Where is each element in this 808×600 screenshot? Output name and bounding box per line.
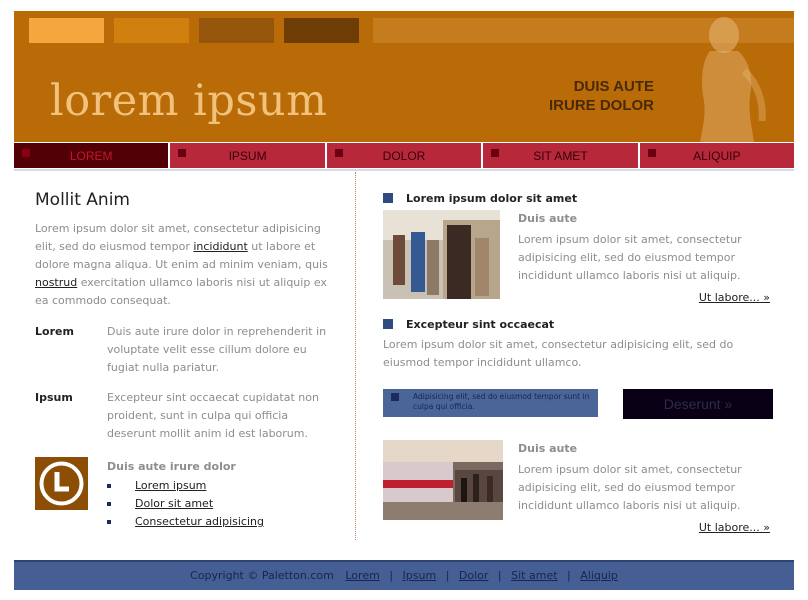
nav-item-label: SIT AMET [533,149,588,163]
footer-separator: | [567,569,571,582]
crowd-walking-photo [383,210,500,299]
nav-item-label: DOLOR [382,149,426,163]
header-tagline: DUIS AUTE IRURE DOLOR [549,77,654,115]
square-bullet-icon [391,393,399,401]
quick-links-heading: Duis aute irure dolor [107,460,236,473]
intro-text-3: exercitation ullamco laboris nisi ut ali… [35,276,327,307]
site-logo[interactable]: lorem ipsum [50,76,327,126]
tagline-line-2: IRURE DOLOR [549,97,654,114]
color-swatch-2 [114,18,189,43]
woman-silhouette-image [700,17,766,142]
column-divider [355,172,356,540]
article-3-caption: Duis aute Lorem ipsum dolor sit amet, co… [518,440,768,515]
square-bullet-icon [383,319,393,329]
nav-item-label: LOREM [69,149,113,163]
subway-train-photo [383,440,503,520]
definition-description: Excepteur sint occaecat cupidatat non pr… [107,391,319,440]
clock-icon-box [35,457,88,510]
footer-separator: | [445,569,450,582]
page: lorem ipsum DUIS AUTE IRURE DOLOR LOREM … [0,0,808,600]
nav-item-label: ALIQUIP [693,149,741,163]
section-heading-text: Lorem ipsum dolor sit amet [406,191,578,205]
nav-underline [14,169,794,171]
section-title: Mollit Anim [35,190,130,210]
info-box: Adipisicing elit, sed do eiusmod tempor … [383,389,598,417]
footer: Copyright © Paletton.com Lorem | Ipsum |… [14,560,794,590]
caption-text: Lorem ipsum dolor sit amet, consectetur … [518,463,742,512]
nav-item-ipsum[interactable]: IPSUM [170,143,325,168]
quick-link[interactable]: Lorem ipsum [135,479,206,492]
section-heading-text: Excepteur sint occaecat [406,317,555,331]
square-bullet-icon [383,193,393,203]
footer-separator: | [497,569,502,582]
header-banner: lorem ipsum DUIS AUTE IRURE DOLOR [14,11,794,142]
tagline-line-1: DUIS AUTE [573,78,654,95]
quick-links: Duis aute irure dolor Lorem ipsum Dolor … [107,458,264,531]
nav-item-aliquip[interactable]: ALIQUIP [639,143,795,168]
section-2-paragraph: Lorem ipsum dolor sit amet, consectetur … [383,338,734,369]
definition-ipsum: Ipsum Excepteur sint occaecat cupidatat … [35,389,335,443]
quick-link[interactable]: Dolor sit amet [135,497,213,510]
nostrud-link[interactable]: nostrud [35,276,77,289]
list-item: Dolor sit amet [107,495,264,513]
read-more-link-2[interactable]: Ut labore... » [699,521,770,534]
nav-marker-icon [334,149,343,157]
nav-marker-icon [491,149,500,157]
footer-link-lorem[interactable]: Lorem [345,569,379,582]
definition-term: Lorem [35,325,74,338]
list-item: Consectetur adipisicing [107,513,264,531]
list-item: Lorem ipsum [107,477,264,495]
footer-link-dolor[interactable]: Dolor [459,569,489,582]
incididunt-link[interactable]: incididunt [193,240,247,253]
caption-heading: Duis aute [518,212,578,225]
footer-link-ipsum[interactable]: Ipsum [403,569,437,582]
right-column: Lorem ipsum dolor sit amet Duis aute Lor… [383,190,773,534]
intro-paragraph: Lorem ipsum dolor sit amet, consectetur … [35,220,335,310]
nav-item-dolor[interactable]: DOLOR [326,143,482,168]
main-navigation: LOREM IPSUM DOLOR SIT AMET ALIQUIP [14,143,795,170]
nav-item-label: IPSUM [228,149,267,163]
quick-links-list: Lorem ipsum Dolor sit amet Consectetur a… [107,477,264,531]
footer-separator: | [389,569,394,582]
nav-item-lorem[interactable]: LOREM [14,143,169,168]
clock-icon [39,461,84,506]
definition-description: Duis aute irure dolor in reprehenderit i… [107,325,327,374]
footer-link-aliquip[interactable]: Aliquip [580,569,618,582]
nav-item-sit-amet[interactable]: SIT AMET [483,143,638,168]
color-swatch-3 [199,18,274,43]
definition-lorem: Lorem Duis aute irure dolor in reprehend… [35,323,335,377]
deserunt-button[interactable]: Deserunt » [623,389,773,419]
quick-link[interactable]: Consectetur adipisicing [135,515,264,528]
section-heading-1: Lorem ipsum dolor sit amet [383,190,773,206]
section-heading-2: Excepteur sint occaecat [383,316,773,332]
footer-link-sit-amet[interactable]: Sit amet [511,569,557,582]
nav-marker-icon [647,149,656,157]
nav-marker-icon [178,149,187,157]
article-1-caption: Duis aute Lorem ipsum dolor sit amet, co… [518,210,768,285]
definition-term: Ipsum [35,391,73,404]
copyright-text: Copyright © Paletton.com [190,569,334,582]
info-box-text: Adipisicing elit, sed do eiusmod tempor … [413,392,590,411]
read-more-link-1[interactable]: Ut labore... » [699,291,770,304]
nav-marker-icon [22,149,30,157]
caption-heading: Duis aute [518,442,578,455]
color-swatch-1 [29,18,104,43]
color-swatch-4 [284,18,359,43]
left-column: Mollit Anim Lorem ipsum dolor sit amet, … [35,190,335,528]
caption-text: Lorem ipsum dolor sit amet, consectetur … [518,233,742,282]
